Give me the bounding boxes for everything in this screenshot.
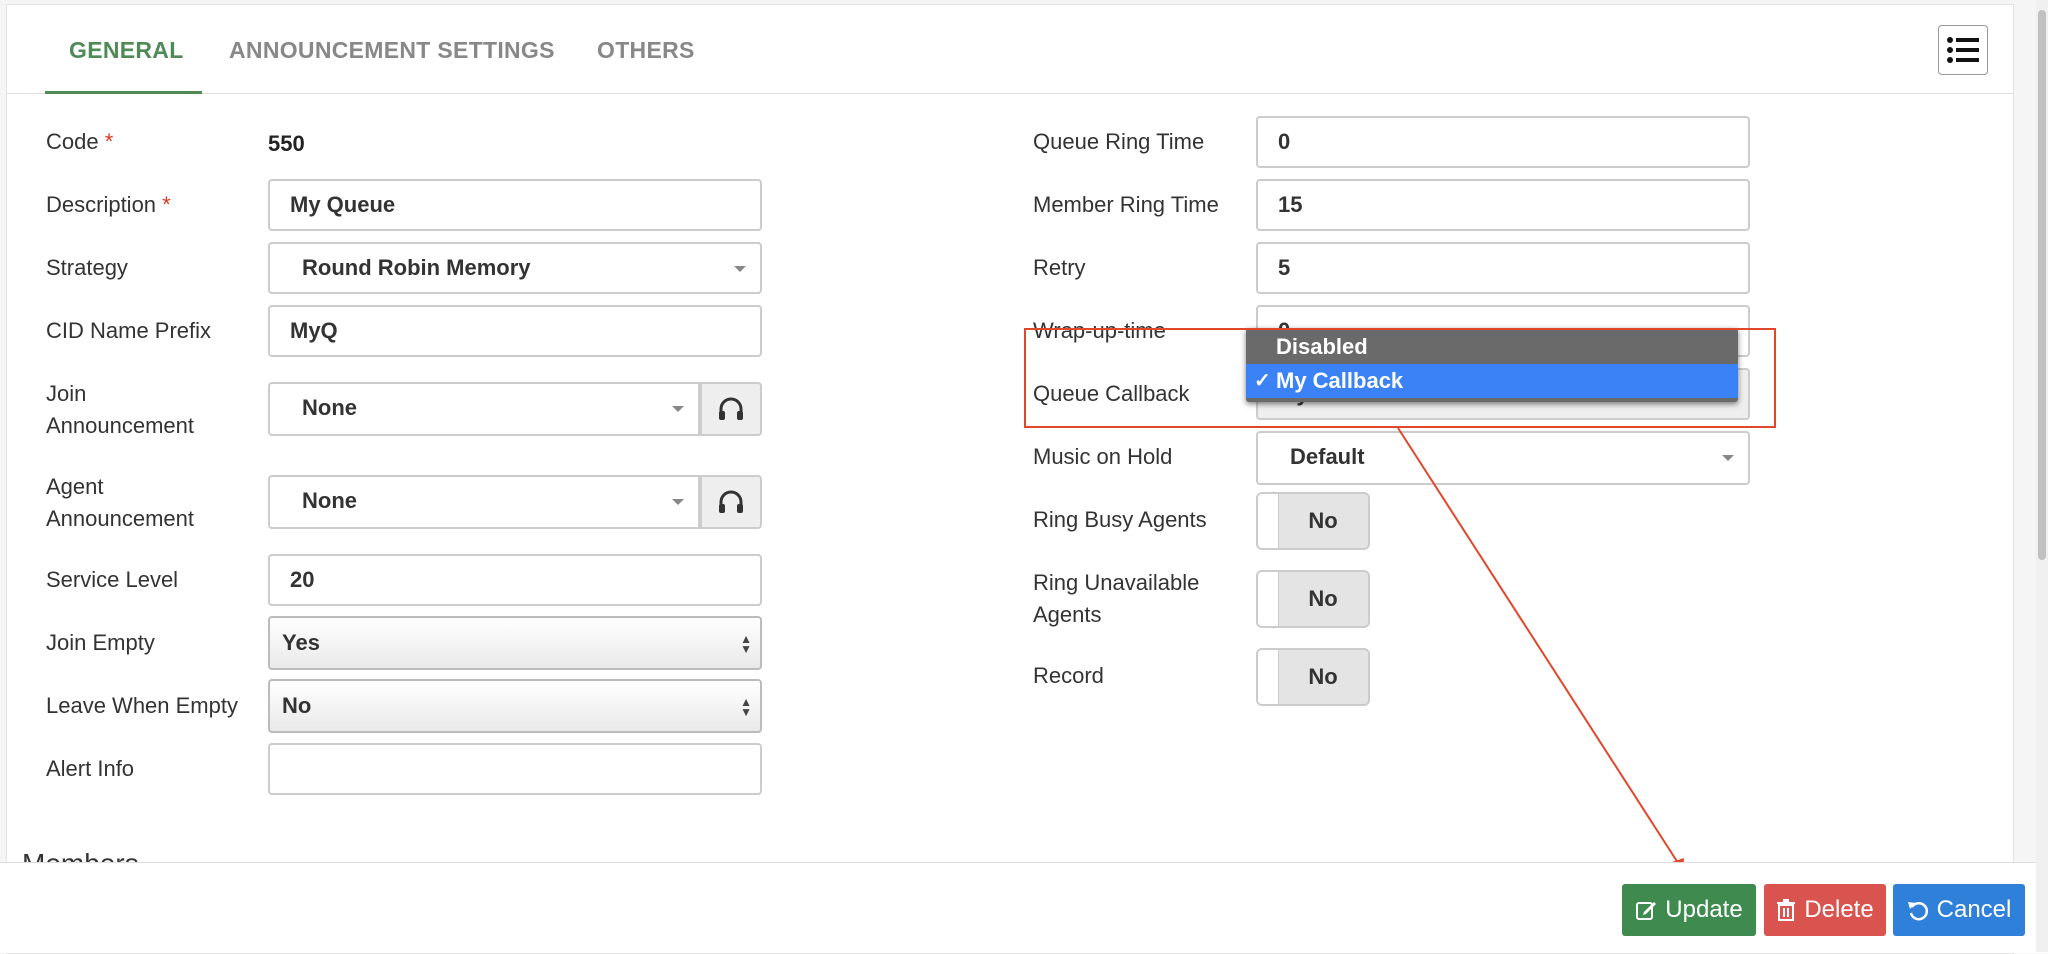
cancel-button[interactable]: Cancel xyxy=(1893,884,2025,936)
music-on-hold-select[interactable]: Default xyxy=(1256,431,1750,485)
strategy-select[interactable]: Round Robin Memory xyxy=(268,242,762,294)
strategy-label: Strategy xyxy=(46,255,128,280)
music-on-hold-label: Music on Hold xyxy=(1033,444,1173,469)
tab-others[interactable]: OTHERS xyxy=(597,37,695,64)
chevron-down-icon xyxy=(672,499,684,505)
description-input[interactable]: My Queue xyxy=(268,179,762,231)
ring-busy-agents-label: Ring Busy Agents xyxy=(1033,507,1207,532)
cid-name-prefix-label: CID Name Prefix xyxy=(46,318,212,343)
toggle-text: No xyxy=(1308,586,1338,611)
member-ring-time-label: Member Ring Time xyxy=(1033,192,1219,217)
update-button[interactable]: Update xyxy=(1622,884,1756,936)
record-toggle[interactable]: No xyxy=(1256,648,1370,706)
tab-bar: GENERAL ANNOUNCEMENT SETTINGS OTHERS xyxy=(7,5,2013,94)
agent-announcement-label: Agent Announcement xyxy=(46,474,194,531)
join-empty-select[interactable]: Yes ▲ ▼ xyxy=(268,616,762,670)
chevron-down-icon xyxy=(1722,455,1734,461)
queue-ring-time-input[interactable]: 0 xyxy=(1256,116,1750,168)
member-ring-time-input[interactable]: 15 xyxy=(1256,179,1750,231)
join-empty-label: Join Empty xyxy=(46,630,155,655)
check-icon: ✓ xyxy=(1254,370,1271,392)
code-value: 550 xyxy=(268,131,305,156)
toggle-knob xyxy=(1258,650,1279,704)
toggle-text: No xyxy=(1308,508,1338,533)
join-announcement-label: Join Announcement xyxy=(46,381,194,438)
edit-icon xyxy=(1636,902,1657,920)
cid-name-prefix-input[interactable]: MyQ xyxy=(268,305,762,357)
record-label: Record xyxy=(1033,663,1104,688)
scrollbar-thumb[interactable] xyxy=(2038,10,2046,560)
ring-unavailable-agents-label: Ring Unavailable Agents xyxy=(1033,570,1200,627)
trash-icon xyxy=(1777,899,1796,921)
leave-when-empty-label: Leave When Empty xyxy=(46,693,238,718)
service-level-input[interactable]: 20 xyxy=(268,554,762,606)
updown-arrows-icon: ▲ ▼ xyxy=(740,695,752,719)
tab-general[interactable]: GENERAL xyxy=(69,37,184,64)
queue-ring-time-label: Queue Ring Time xyxy=(1033,129,1205,154)
join-announcement-select[interactable]: None xyxy=(268,382,700,436)
retry-label: Retry xyxy=(1033,255,1086,280)
queue-callback-label: Queue Callback xyxy=(1033,381,1190,406)
alert-info-input[interactable] xyxy=(268,743,762,795)
chevron-down-icon xyxy=(734,266,746,272)
agent-announcement-select[interactable]: None xyxy=(268,475,700,529)
headphones-icon xyxy=(719,397,743,420)
queue-callback-dropdown: Disabled ✓ My Callback xyxy=(1246,328,1738,402)
service-level-label: Service Level xyxy=(46,567,179,592)
wrap-up-time-label: Wrap-up-time xyxy=(1033,318,1166,343)
undo-icon xyxy=(1907,902,1928,921)
alert-info-label: Alert Info xyxy=(46,756,135,781)
code-label: Code * xyxy=(46,129,114,154)
tab-announcement-settings[interactable]: ANNOUNCEMENT SETTINGS xyxy=(229,37,555,64)
active-tab-indicator xyxy=(45,91,202,94)
description-label: Description * xyxy=(46,192,171,217)
headphones-icon xyxy=(719,490,743,513)
dropdown-option-disabled[interactable]: Disabled xyxy=(1246,330,1738,364)
dropdown-option-my-callback[interactable]: ✓ My Callback xyxy=(1246,364,1738,398)
toggle-knob xyxy=(1258,572,1279,626)
toggle-knob xyxy=(1258,494,1279,548)
updown-arrows-icon: ▲ ▼ xyxy=(740,632,752,656)
agent-announcement-listen-button[interactable] xyxy=(700,475,762,529)
chevron-down-icon xyxy=(672,406,684,412)
list-view-button[interactable] xyxy=(1938,25,1988,75)
leave-when-empty-select[interactable]: No ▲ ▼ xyxy=(268,679,762,733)
list-icon xyxy=(1947,37,1979,63)
toggle-text: No xyxy=(1308,664,1338,689)
retry-input[interactable]: 5 xyxy=(1256,242,1750,294)
vertical-scrollbar[interactable] xyxy=(2036,0,2048,952)
join-announcement-listen-button[interactable] xyxy=(700,382,762,436)
ring-busy-agents-toggle[interactable]: No xyxy=(1256,492,1370,550)
ring-unavailable-agents-toggle[interactable]: No xyxy=(1256,570,1370,628)
delete-button[interactable]: Delete xyxy=(1764,884,1886,936)
